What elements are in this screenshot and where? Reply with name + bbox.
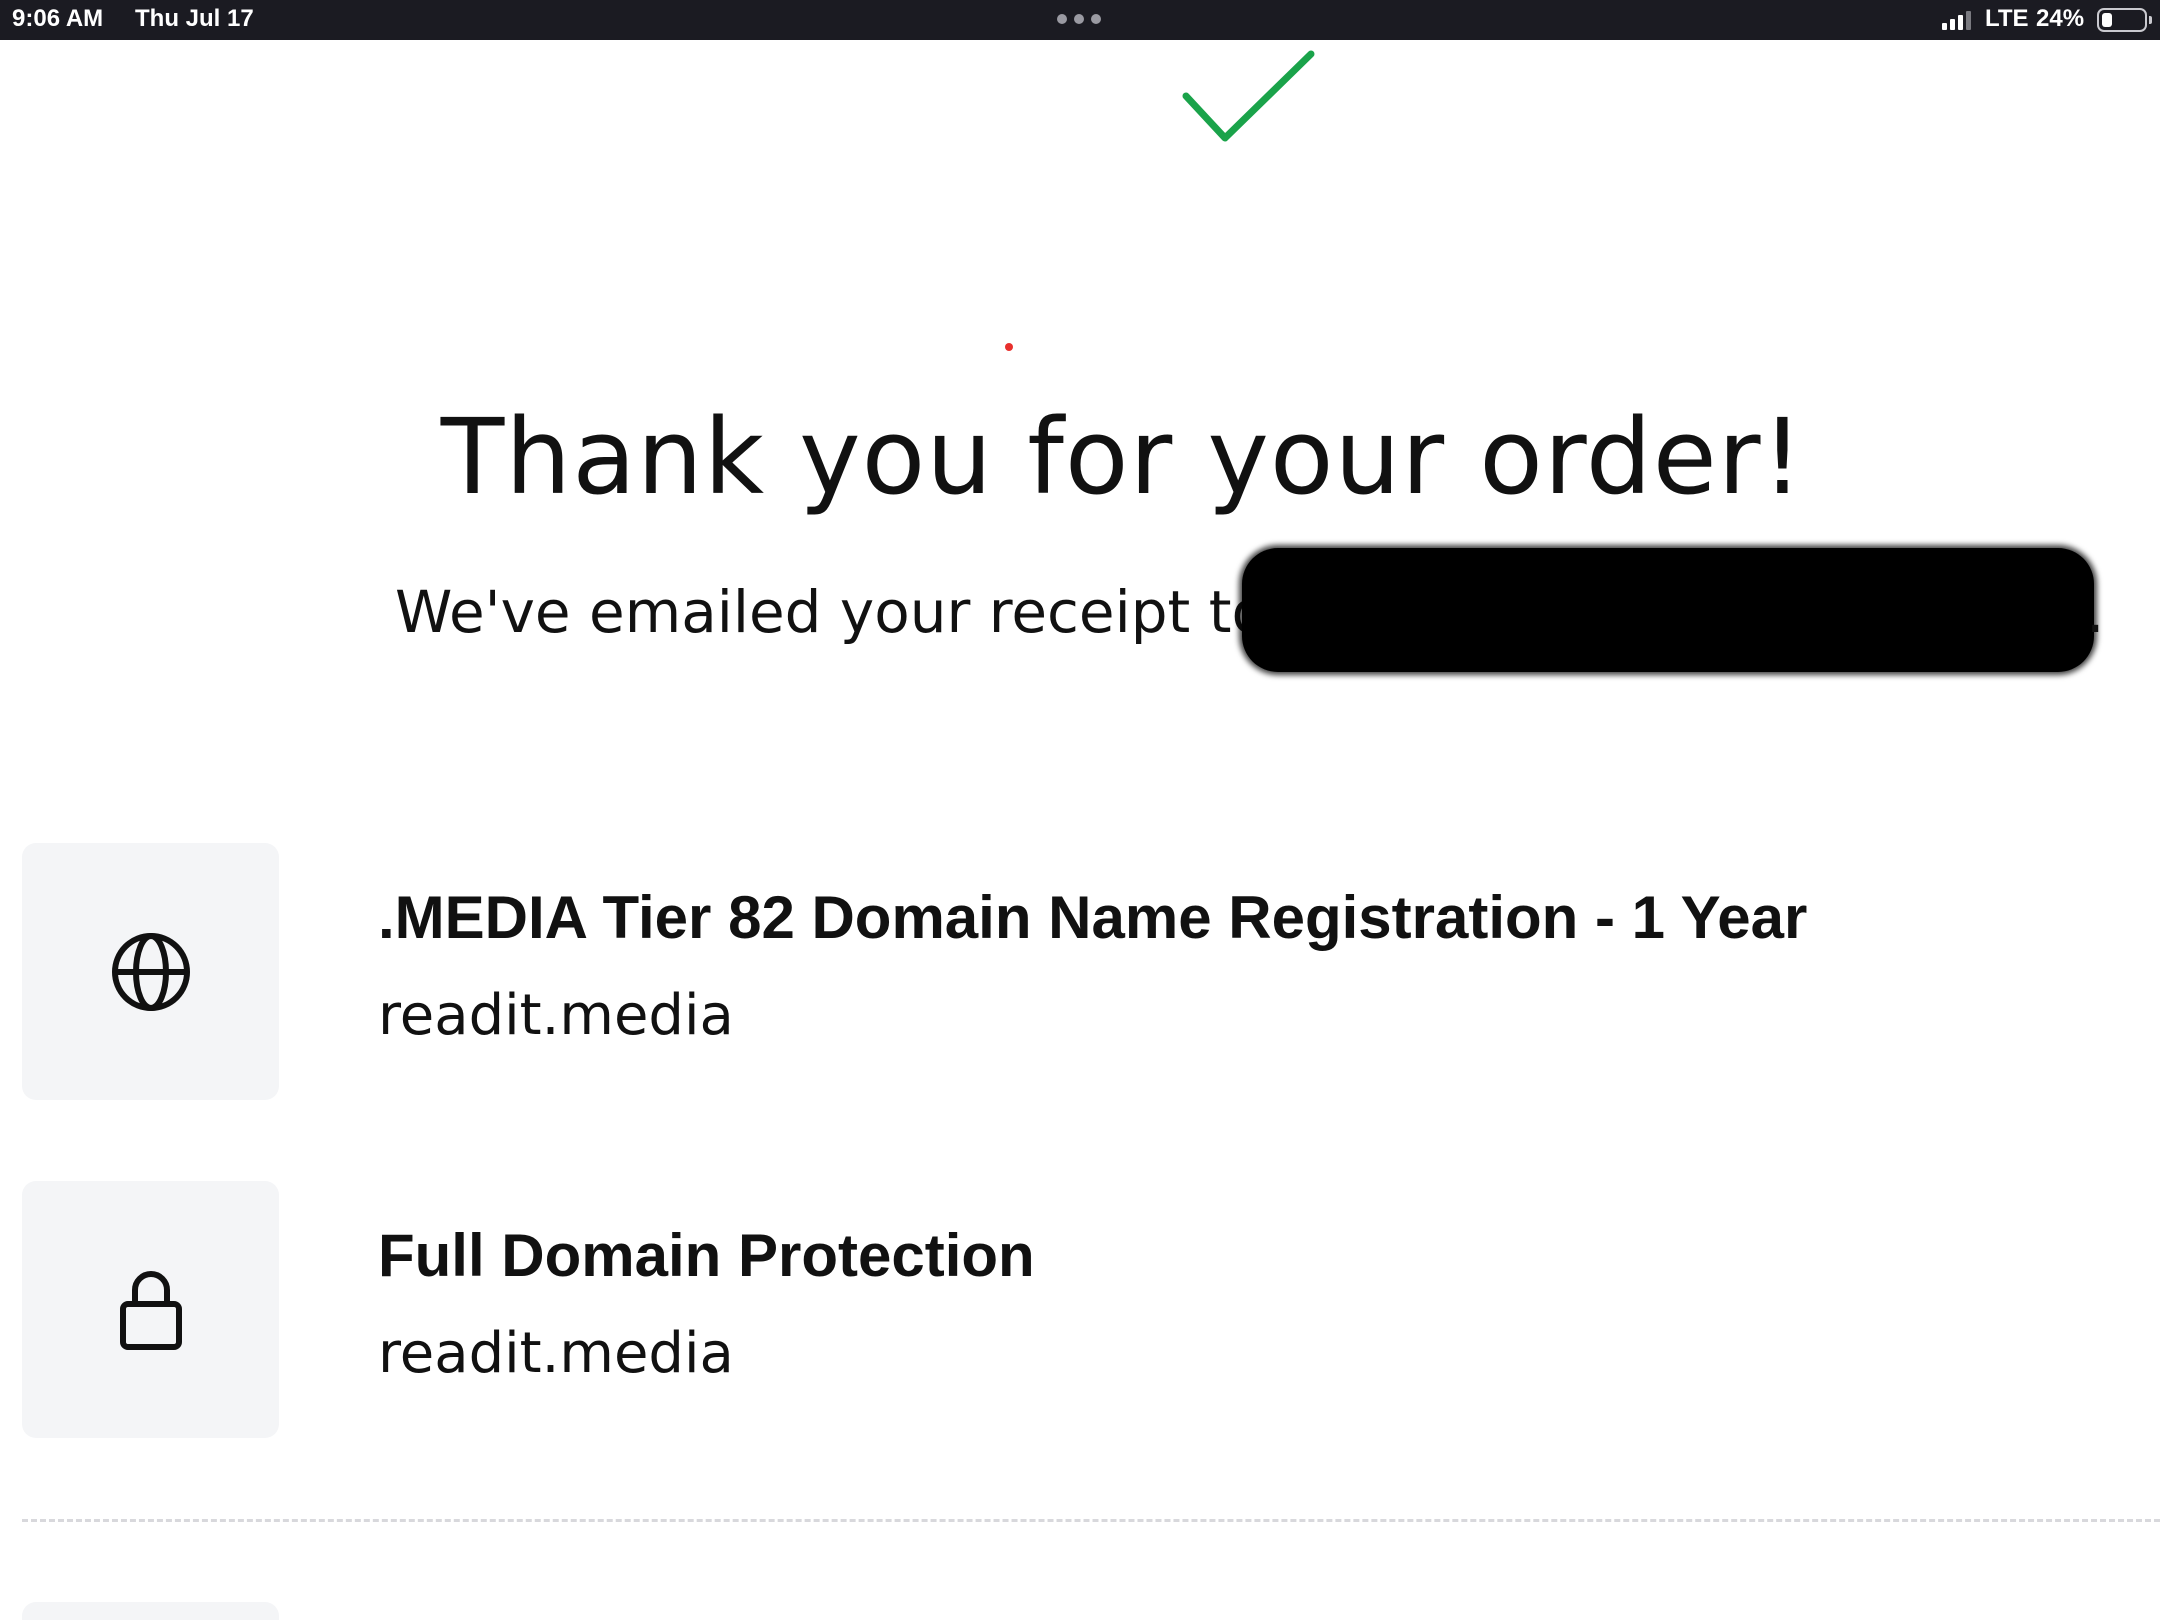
receipt-message-end: . — [2086, 578, 2105, 646]
item-domain: readit.media — [378, 983, 734, 1048]
globe-icon — [111, 932, 190, 1011]
battery-percentage: 24% — [2036, 5, 2085, 32]
order-confirmation-page: 9:06 AM Thu Jul 17 LTE 24% Thank you for… — [0, 0, 2160, 1620]
cellular-signal-icon — [1942, 10, 1972, 30]
multitasking-dots-icon[interactable] — [1057, 14, 1103, 26]
status-date: Thu Jul 17 — [135, 5, 254, 32]
item-name: .MEDIA Tier 82 Domain Name Registration … — [378, 884, 1808, 951]
item-icon-box — [22, 1602, 279, 1620]
battery-icon — [2097, 8, 2152, 32]
receipt-message: We've emailed your receipt to — [395, 578, 1267, 646]
section-divider — [22, 1519, 2160, 1522]
checkmark-icon — [1182, 50, 1315, 142]
touch-indicator-dot — [1005, 343, 1013, 351]
item-icon-box — [22, 843, 279, 1100]
lock-icon — [119, 1270, 182, 1350]
item-icon-box — [22, 1181, 279, 1438]
status-bar: 9:06 AM Thu Jul 17 LTE 24% — [0, 0, 2160, 40]
page-title: Thank you for your order! — [440, 395, 1805, 518]
item-name: Full Domain Protection — [378, 1222, 1035, 1289]
item-domain: readit.media — [378, 1321, 734, 1386]
redacted-email — [1242, 548, 2094, 672]
status-time: 9:06 AM — [12, 5, 104, 32]
network-type: LTE — [1985, 5, 2029, 32]
